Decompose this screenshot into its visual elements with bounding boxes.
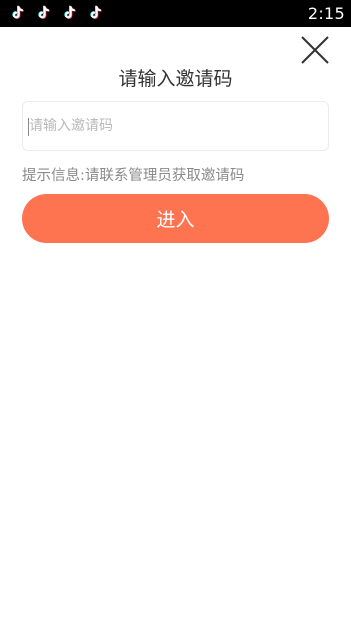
invite-code-field[interactable] (22, 101, 329, 151)
tiktok-icon (8, 4, 27, 23)
tiktok-icon (60, 4, 79, 23)
close-button[interactable] (298, 33, 332, 67)
dialog-title: 请输入邀请码 (118, 68, 233, 90)
enter-button[interactable]: 进入 (22, 194, 329, 243)
notification-icons (8, 4, 105, 23)
status-clock: 2:15 (307, 4, 345, 23)
hint-text: 提示信息:请联系管理员获取邀请码 (22, 168, 245, 184)
invite-code-input[interactable] (23, 102, 328, 150)
tiktok-icon (86, 4, 105, 23)
close-icon (301, 36, 329, 64)
status-bar: 2:15 (0, 0, 351, 27)
tiktok-icon (34, 4, 53, 23)
text-caret (28, 118, 29, 136)
